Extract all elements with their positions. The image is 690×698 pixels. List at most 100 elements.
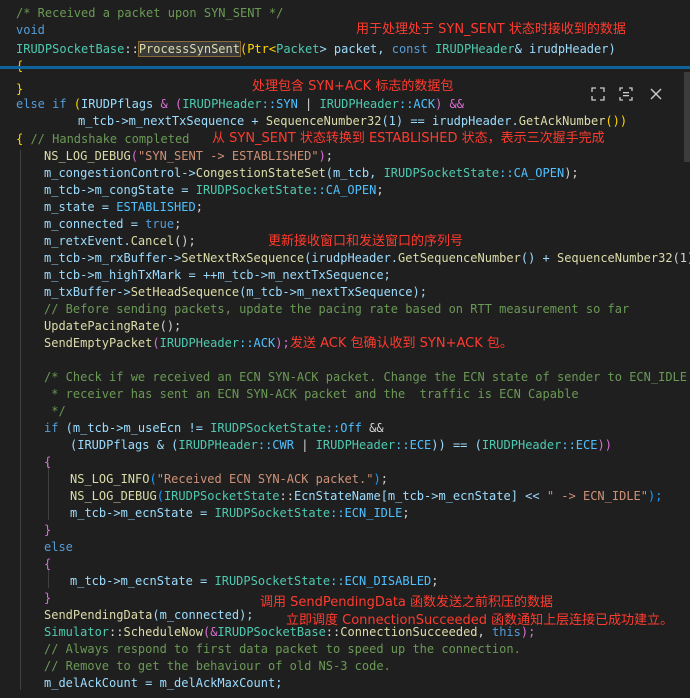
expr: [m_tcb->m_ecnState] << — [380, 489, 547, 503]
code-line-20: SendEmptyPacket(IRUDPHeader::ACK); — [44, 335, 290, 352]
expr: (m_tcb->m_useEcn != — [58, 421, 211, 435]
close-icon[interactable] — [646, 84, 666, 104]
code-line-8: { // Handshake completed — [16, 131, 189, 148]
punct: ; — [402, 506, 410, 520]
code-line-24: if (m_tcb->m_useEcn != IRUDPSocketState:… — [44, 420, 384, 437]
const-value: ::CWR — [257, 438, 294, 452]
expr: () + — [520, 251, 557, 265]
func-call: SetNextRxSequence — [181, 251, 305, 265]
func-call: NS_LOG_DEBUG — [44, 149, 131, 163]
open-in-editor-icon[interactable] — [616, 84, 636, 104]
paren: (& — [202, 625, 218, 639]
func-call: CongestionStateSet — [195, 166, 326, 180]
code-line-35: SendPendingData(m_connected); — [44, 607, 254, 624]
annotation-established: 从 SYN_SENT 状态转换到 ESTABLISHED 状态，表示三次握手完成 — [212, 131, 605, 146]
operator: ) && — [435, 97, 464, 111]
code-line-39: m_delAckCount = m_delAckMaxCount; — [44, 675, 282, 692]
param-header: & irudpHeader) — [514, 42, 616, 56]
expr: m_tcb->m_highTxMark = ++m_tcb->m_nextTxS… — [44, 268, 391, 282]
type-header: IRUDPHeader — [182, 97, 262, 111]
packet-type: Packet — [276, 42, 320, 56]
paren: ( — [156, 489, 164, 503]
code-line-33: m_tcb->m_ecnState = IRUDPSocketState::EC… — [70, 573, 438, 590]
annotation-connection-succeeded: 立即调度 ConnectionSucceeded 函数通知上层连接已成功建立。 — [286, 613, 674, 628]
code-line-13: m_connected = true; — [44, 216, 181, 233]
annotation-send-ack: 发送 ACK 包确认收到 SYN+ACK 包。 — [290, 336, 513, 351]
expr: m_tcb->m_rxBuffer-> — [44, 251, 182, 265]
open-brace: { — [44, 557, 52, 571]
expr: (m_tcb->m_nextTxSequence); — [239, 285, 427, 299]
code-line-38: // Remove to get the behaviour of old NS… — [44, 658, 391, 675]
func-call: GetSequenceNumber — [398, 251, 521, 265]
comment-text: // Before sending packets, update the pa… — [44, 302, 630, 316]
string-literal: "SYN_SENT -> ESTABLISHED" — [137, 149, 319, 163]
code-line-25: (IRUDPflags & (IRUDPHeader::CWR | IRUDPH… — [70, 437, 612, 454]
const-value: ::Off — [325, 421, 362, 435]
open-brace: { — [44, 455, 52, 469]
code-line-6: else if (IRUDPflags & (IRUDPHeader::SYN … — [16, 96, 464, 113]
scope-operator: :: — [109, 625, 124, 639]
punct: ; — [376, 183, 384, 197]
type-name: IRUDPSocketState — [210, 421, 326, 435]
func-call: ScheduleNow — [123, 625, 203, 639]
scrollbar-thumb[interactable] — [684, 72, 690, 162]
type-header: IRUDPHeader — [319, 97, 399, 111]
annotation-pending-data: 调用 SendPendingData 函数发送之前积压的数据 — [260, 595, 554, 610]
keyword-const: const — [391, 42, 428, 56]
code-line-12: m_state = ESTABLISHED; — [44, 199, 203, 216]
code-line-2: void — [16, 22, 45, 39]
const-value: ::ECN_IDLE — [330, 506, 403, 520]
paren: ( — [152, 336, 160, 350]
type-name: IRUDPHeader — [159, 336, 240, 350]
const-value: ::ECN_DISABLED — [330, 574, 432, 588]
expr: m_tcb->m_congState = — [44, 183, 196, 197]
paren: ( — [66, 97, 82, 111]
comment-text: /* Check if we received an ECN SYN-ACK p… — [44, 370, 690, 384]
type-name: IRUDPHeader — [481, 438, 562, 452]
expand-icon[interactable] — [588, 84, 608, 104]
expr: (1) == irudpHeader. — [381, 114, 519, 128]
func-call: SetHeadSequence — [130, 285, 240, 299]
func-call: SendPendingData — [44, 608, 153, 622]
const-syn: ::SYN — [261, 97, 298, 111]
const-value: ::ECE — [561, 438, 598, 452]
punct: (); — [174, 234, 196, 248]
expr: m_delAckCount = m_delAckMaxCount; — [44, 676, 283, 690]
string-literal: "Received ECN SYN-ACK packet." — [156, 472, 374, 486]
paren-open: (Ptr< — [239, 42, 277, 56]
func-call: NS_LOG_DEBUG — [70, 489, 157, 503]
expr: (m_connected); — [152, 608, 254, 622]
const-value: ESTABLISHED — [116, 200, 196, 214]
code-line-23: */ — [44, 403, 66, 420]
expr: m_tcb->m_ecnState = — [70, 574, 215, 588]
code-line-10: m_congestionControl->CongestionStateSet(… — [44, 165, 579, 182]
function-name-highlighted[interactable]: ProcessSynSent — [137, 41, 241, 57]
header-type: IRUDPHeader — [435, 42, 515, 56]
code-line-19: UpdatePacingRate(); — [44, 318, 181, 335]
punct: ); — [648, 489, 663, 503]
expr: m_tcb->m_ecnState = — [70, 506, 215, 520]
func-call: NS_LOG_INFO — [70, 472, 150, 486]
func-call: UpdatePacingRate — [44, 319, 160, 333]
comment-text: */ — [44, 404, 66, 418]
code-line-14: m_retxEvent.Cancel(); — [44, 233, 196, 250]
paren: ()) — [605, 114, 628, 128]
code-line-28: NS_LOG_DEBUG(IRUDPSocketState::EcnStateN… — [70, 488, 662, 505]
code-line-30: } — [44, 522, 51, 539]
close-brace: } — [44, 523, 52, 537]
func-call: SendEmptyPacket — [44, 336, 153, 350]
code-line-11: m_tcb->m_congState = IRUDPSocketState::C… — [44, 182, 384, 199]
operator: | — [297, 97, 320, 111]
expr: )) == ( — [431, 438, 482, 452]
punct: ); — [564, 166, 579, 180]
paren: )) — [597, 438, 612, 452]
annotation-syn-sent: 用于处理处于 SYN_SENT 状态时接收到的数据 — [356, 22, 626, 37]
operator: | — [293, 438, 316, 452]
expr: m_tcb->m_nextTxSequence + — [78, 114, 266, 128]
expr: m_retxEvent. — [44, 234, 131, 248]
code-line-18: // Before sending packets, update the pa… — [44, 301, 629, 318]
comment-text: // Remove to get the behaviour of old NS… — [44, 659, 391, 673]
peek-border — [0, 66, 690, 69]
expr: (IRUDPflags & ( — [70, 438, 179, 452]
code-line-7: m_tcb->m_nextTxSequence + SequenceNumber… — [78, 113, 627, 130]
